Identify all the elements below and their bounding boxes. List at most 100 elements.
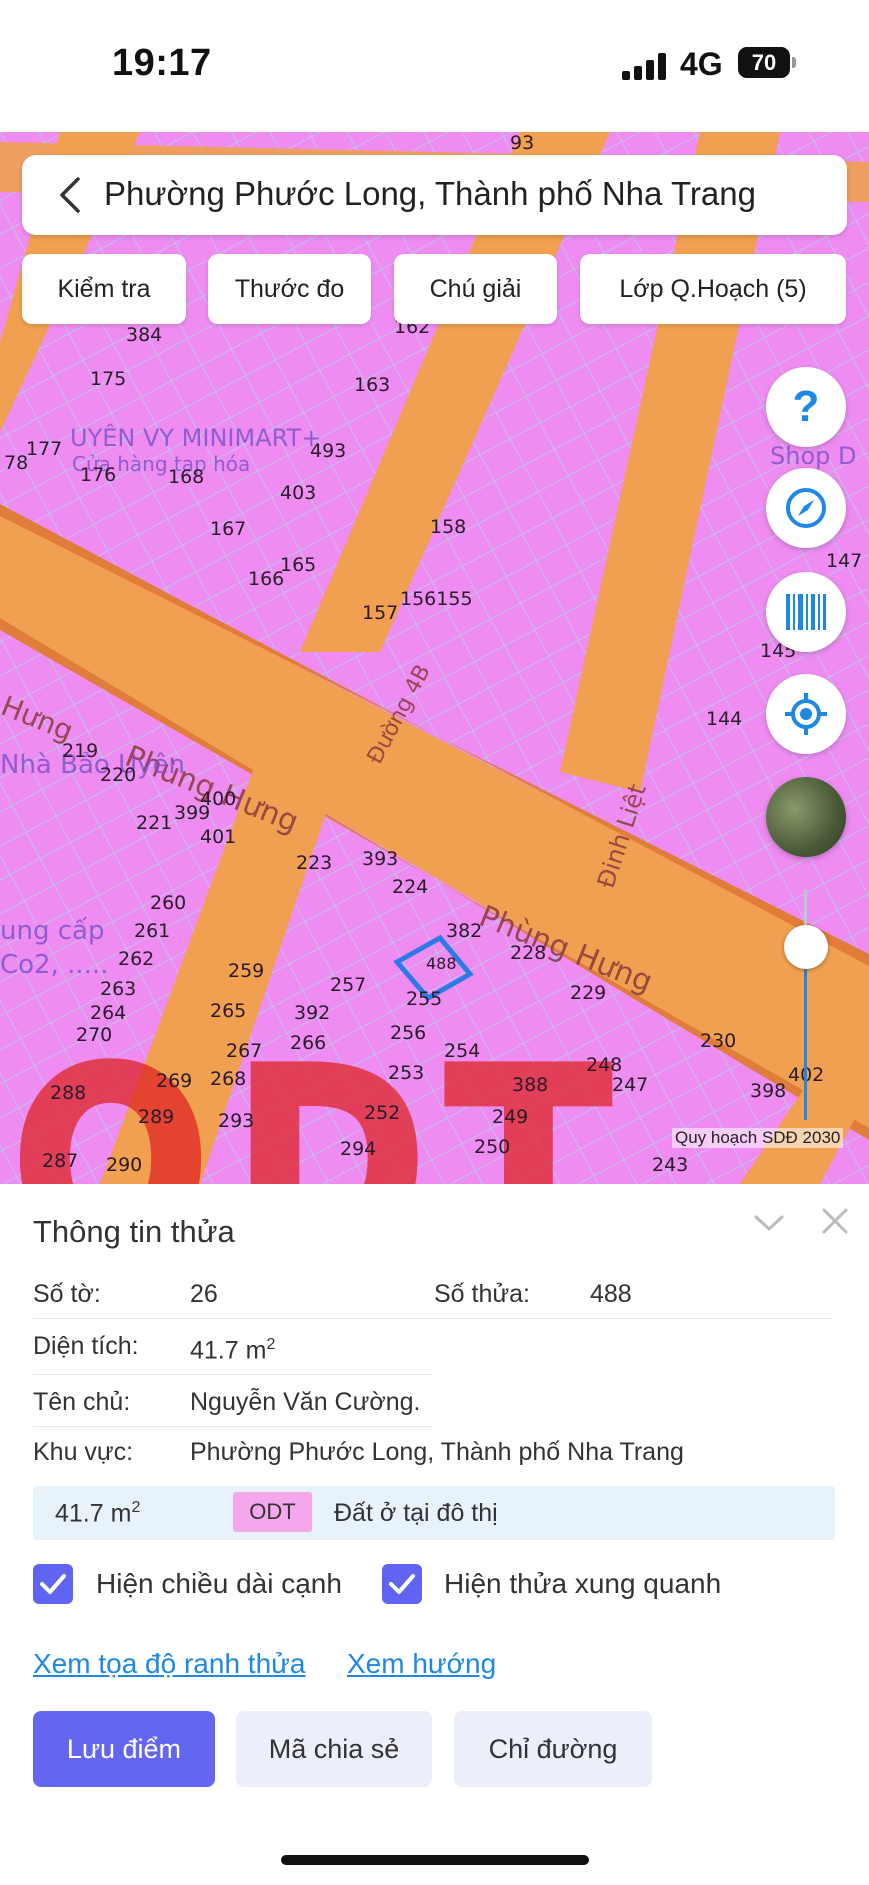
- area-number: 41.7 m: [190, 1336, 267, 1365]
- divider: [33, 1318, 833, 1319]
- home-indicator[interactable]: [281, 1855, 589, 1865]
- show-edge-length-label[interactable]: Hiện chiều dài cạnh: [96, 1568, 342, 1600]
- parcel-value: 488: [590, 1280, 632, 1308]
- close-icon[interactable]: [818, 1204, 852, 1238]
- location-search-bar[interactable]: Phường Phước Long, Thành phố Nha Trang: [22, 155, 847, 235]
- zoning-description: Đất ở tại đô thị: [334, 1499, 498, 1527]
- locate-button[interactable]: [766, 674, 846, 754]
- location-title: Phường Phước Long, Thành phố Nha Trang: [104, 175, 756, 212]
- signal-icon: [622, 52, 668, 80]
- parcel-number: 257: [330, 974, 367, 996]
- compass-button[interactable]: [766, 468, 846, 548]
- zoning-area-sup: 2: [131, 1499, 141, 1516]
- parcel-number: 248: [586, 1054, 623, 1076]
- parcel-number: 147: [826, 550, 863, 572]
- parcel-number: 175: [90, 368, 127, 390]
- directions-button[interactable]: Chỉ đường: [454, 1711, 652, 1787]
- parcel-number: 259: [228, 960, 265, 982]
- parcel-number: 229: [570, 982, 607, 1004]
- parcel-number: 287: [42, 1150, 79, 1172]
- parcel-number: 268: [210, 1068, 247, 1090]
- satellite-layer-icon[interactable]: [766, 777, 846, 857]
- parcel-number: 401: [200, 826, 237, 848]
- locate-icon: [785, 693, 827, 735]
- divider: [33, 1374, 433, 1375]
- barcode-button[interactable]: [766, 572, 846, 652]
- back-arrow-icon[interactable]: [52, 175, 92, 215]
- parcel-number: 224: [392, 876, 429, 898]
- ruler-button[interactable]: Thước đo: [208, 254, 371, 324]
- parcel-info-panel: Thông tin thửa Số tờ: 26 Số thửa: 488 Di…: [0, 1184, 869, 1885]
- zoning-area: 41.7 m2: [55, 1499, 140, 1528]
- parcel-number: 290: [106, 1154, 143, 1176]
- parcel-number: 488: [426, 954, 457, 973]
- parcel-number: 78: [4, 452, 29, 474]
- parcel-number: 267: [226, 1040, 263, 1062]
- parcel-number: 393: [362, 848, 399, 870]
- parcel-number: 264: [90, 1002, 127, 1024]
- check-button[interactable]: Kiểm tra: [22, 254, 186, 324]
- parcel-number: 254: [444, 1040, 481, 1062]
- show-edge-length-checkbox[interactable]: [33, 1564, 73, 1604]
- parcel-number: 261: [134, 920, 171, 942]
- sheet-label: Số tờ:: [33, 1280, 101, 1308]
- zoom-slider-thumb[interactable]: [784, 925, 828, 969]
- legend-button[interactable]: Chú giải: [394, 254, 557, 324]
- parcel-number: 293: [218, 1110, 255, 1132]
- show-nearby-parcels-checkbox[interactable]: [382, 1564, 422, 1604]
- parcel-number: 288: [50, 1082, 87, 1104]
- compass-icon: [786, 488, 826, 528]
- owner-label: Tên chủ:: [33, 1388, 131, 1416]
- parcel-number: 392: [294, 1002, 331, 1024]
- parcel-number: 263: [100, 978, 137, 1000]
- parcel-number: 230: [700, 1030, 737, 1052]
- parcel-number: 382: [446, 920, 483, 942]
- parcel-number: 265: [210, 1000, 247, 1022]
- status-bar: 19:17 4G 70: [0, 0, 869, 132]
- parcel-number: 269: [156, 1070, 193, 1092]
- zoning-area-number: 41.7 m: [55, 1499, 132, 1528]
- checkmark-icon: [389, 1574, 415, 1594]
- share-code-button[interactable]: Mã chia sẻ: [236, 1711, 432, 1787]
- checkmark-icon: [40, 1574, 66, 1594]
- help-icon: ?: [792, 382, 820, 431]
- parcel-number: 250: [474, 1136, 511, 1158]
- parcel-number: 243: [652, 1154, 689, 1176]
- save-point-button[interactable]: Lưu điểm: [33, 1711, 215, 1787]
- parcel-number: 163: [354, 374, 391, 396]
- parcel-number: 93: [510, 132, 535, 154]
- parcel-number: 399: [174, 802, 211, 824]
- network-type: 4G: [680, 46, 723, 82]
- chevron-down-icon[interactable]: [752, 1206, 786, 1240]
- view-direction-link[interactable]: Xem hướng: [347, 1648, 496, 1680]
- parcel-label: Số thửa:: [434, 1280, 530, 1308]
- parcel-number: 255: [406, 988, 443, 1010]
- map-layer-caption: Quy hoạch SDĐ 2030: [672, 1128, 844, 1148]
- parcel-number: 289: [138, 1106, 175, 1128]
- divider: [33, 1426, 433, 1427]
- panel-title: Thông tin thửa: [33, 1214, 235, 1249]
- parcel-number: 260: [150, 892, 187, 914]
- parcel-number: 166: [248, 568, 285, 590]
- parcel-number: 403: [280, 482, 317, 504]
- show-nearby-parcels-label[interactable]: Hiện thửa xung quanh: [444, 1568, 721, 1600]
- parcel-number: 253: [388, 1062, 425, 1084]
- parcel-number: 228: [510, 942, 547, 964]
- parcel-number: 223: [296, 852, 333, 874]
- area-unit-sup: 2: [266, 1336, 276, 1353]
- help-button[interactable]: ?: [766, 367, 846, 447]
- poi-label: UYÊN VY MINIMART+: [70, 424, 322, 452]
- parcel-number: 247: [612, 1074, 649, 1096]
- parcel-number: 220: [100, 764, 137, 786]
- planning-layers-button[interactable]: Lớp Q.Hoạch (5): [580, 254, 846, 324]
- sheet-value: 26: [190, 1280, 218, 1308]
- parcel-number: 493: [310, 440, 347, 462]
- zoning-row: 41.7 m2 ODT Đất ở tại đô thị: [33, 1486, 835, 1540]
- poi-label: ung cấp: [0, 916, 105, 946]
- parcel-number: 249: [492, 1106, 529, 1128]
- status-time: 19:17: [112, 42, 212, 84]
- parcel-number: 252: [364, 1102, 401, 1124]
- parcel-number: 219: [62, 740, 99, 762]
- view-boundary-coords-link[interactable]: Xem tọa độ ranh thửa: [33, 1648, 305, 1680]
- parcel-number: 157: [362, 602, 399, 624]
